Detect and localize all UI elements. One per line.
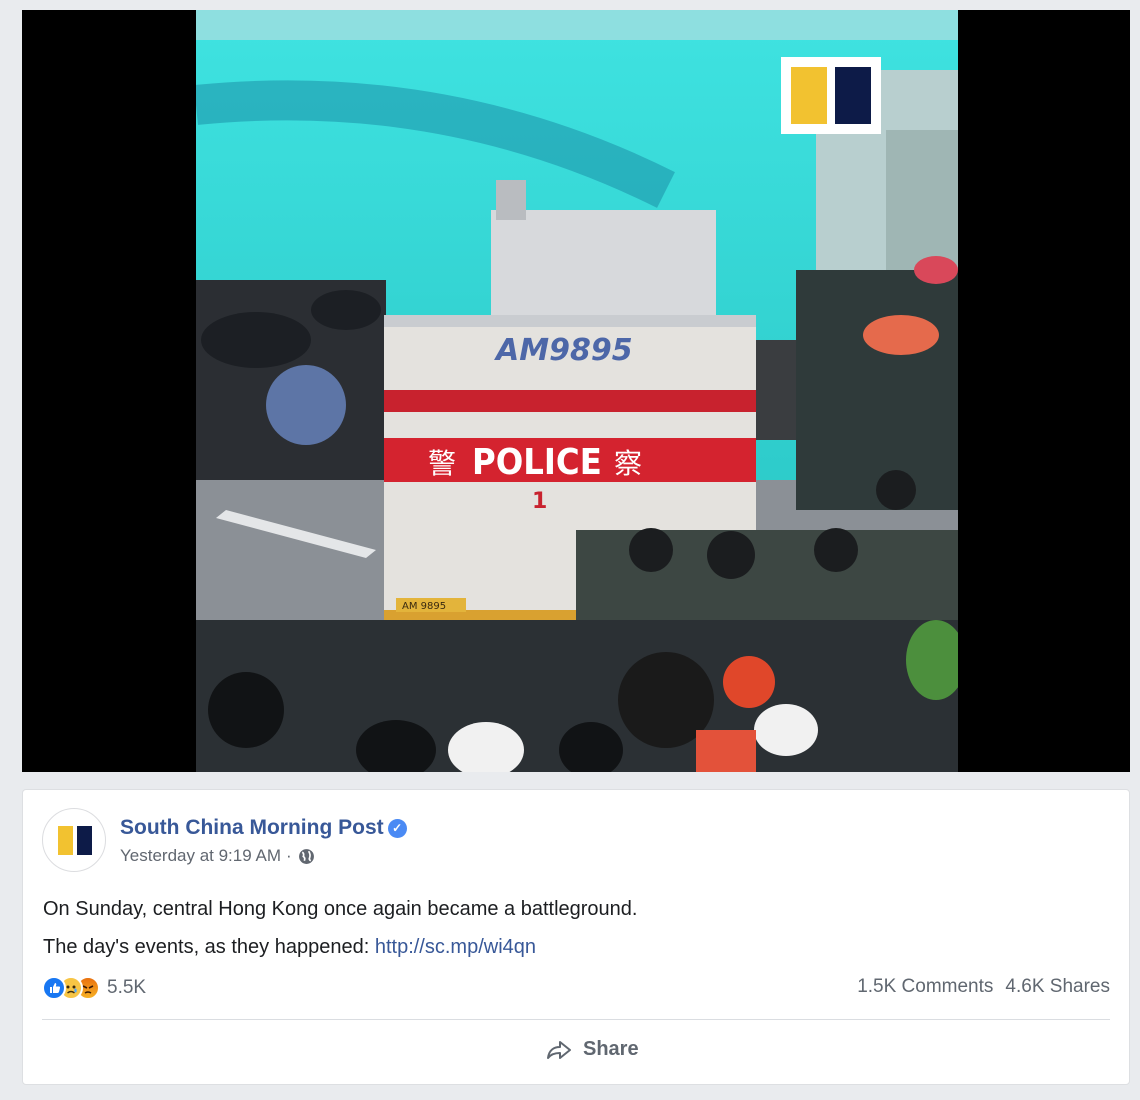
vehicle-label-cn-left: 警 <box>428 447 456 480</box>
meta-separator: · <box>285 846 292 865</box>
share-button[interactable]: Share <box>545 1038 639 1061</box>
post-timestamp[interactable]: Yesterday at 9:19 AM <box>120 846 281 866</box>
share-label: Share <box>583 1038 639 1060</box>
engagement-counts: 1.5K Comments 4.6K Shares <box>857 976 1110 998</box>
post-meta: Yesterday at 9:19 AM · <box>120 846 315 866</box>
page-avatar[interactable] <box>42 808 106 872</box>
vehicle-plate-text: AM9895 <box>494 333 633 368</box>
video-player[interactable]: AM9895 警 POLICE 察 1 AM 9895 <box>22 10 1130 772</box>
shares-count[interactable]: 4.6K Shares <box>1005 976 1110 998</box>
page-name-link[interactable]: South China Morning Post ✓ <box>120 816 407 840</box>
page-name-text[interactable]: South China Morning Post <box>120 816 384 839</box>
small-plate-text: AM 9895 <box>402 601 446 612</box>
globe-icon[interactable] <box>298 848 315 865</box>
action-divider <box>42 1019 1110 1020</box>
vehicle-label-cn-right: 察 <box>614 447 642 480</box>
check-icon: ✓ <box>387 819 407 838</box>
post-text-line2: The day's events, as they happened: http… <box>43 928 637 966</box>
reactions-summary[interactable]: 5.5K <box>42 976 146 1000</box>
post-text-line2-prefix: The day's events, as they happened: <box>43 936 375 958</box>
like-icon <box>42 976 66 1000</box>
vehicle-label-text: POLICE <box>472 442 602 483</box>
post-link[interactable]: http://sc.mp/wi4qn <box>375 936 536 958</box>
comments-count[interactable]: 1.5K Comments <box>857 976 993 998</box>
vehicle-number-text: 1 <box>532 489 547 514</box>
post-text: On Sunday, central Hong Kong once again … <box>43 890 637 966</box>
post-text-line1: On Sunday, central Hong Kong once again … <box>43 898 638 920</box>
scmp-watermark-logo <box>781 57 881 134</box>
share-arrow-icon <box>547 1040 571 1059</box>
post-card: South China Morning Post ✓ Yesterday at 9… <box>22 789 1130 1085</box>
reaction-count[interactable]: 5.5K <box>107 977 146 999</box>
video-frame[interactable]: AM9895 警 POLICE 察 1 AM 9895 <box>196 10 958 772</box>
